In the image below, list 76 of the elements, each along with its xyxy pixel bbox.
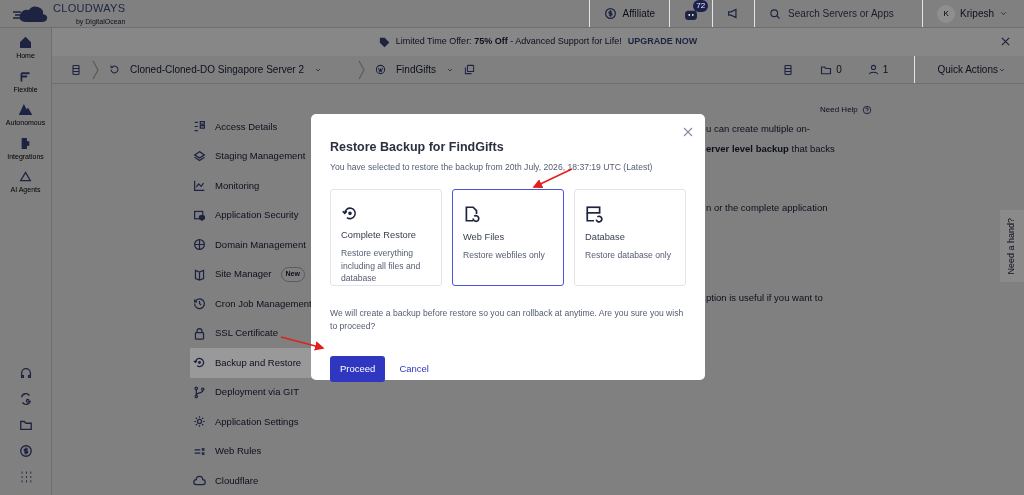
quick-actions-menu[interactable]: Quick Actions (937, 62, 998, 77)
user-count: 1 (882, 63, 889, 77)
search-icon (769, 7, 782, 20)
pointer-arrow (280, 336, 325, 351)
sync-icon (109, 64, 120, 75)
logo-text: CLOUDWAYS (53, 2, 126, 14)
user-sync-icon[interactable] (18, 391, 33, 406)
chevron-icon (358, 59, 365, 80)
help-tab[interactable]: Need a hand? (1000, 210, 1024, 282)
chevron-icon (92, 59, 99, 80)
database-sync-icon (585, 204, 603, 223)
chart-icon (193, 179, 206, 193)
app-menu-item[interactable]: Access Details (190, 112, 325, 142)
dialog-subtitle: You have selected to restore the backup from 20th July, 2026, 18:37:19 UTC (Latest) (330, 160, 654, 174)
app-menu-item[interactable]: Cloudflare (190, 466, 325, 495)
offer-text: Limited Time Offer: 75% Off - Advanced Support for Life! (395, 35, 622, 49)
user-avatar: K (937, 4, 956, 23)
mountain-icon (19, 103, 32, 116)
globe-icon (193, 238, 206, 252)
app-menu-item[interactable]: Monitoring (190, 171, 325, 201)
notification-count: 72 (693, 0, 709, 12)
dialog-title: Restore Backup for FindGifts (330, 139, 505, 156)
restore-icon (193, 356, 206, 370)
description-text: u can create multiple on- (706, 122, 812, 136)
clock-icon (193, 297, 206, 311)
server-icon[interactable] (782, 63, 795, 76)
layers-icon (193, 149, 206, 163)
caret-icon[interactable] (999, 9, 1008, 18)
help-icon[interactable] (861, 105, 872, 115)
user-icon (867, 64, 879, 75)
app-selector[interactable]: FindGifts (396, 62, 436, 77)
description-text: erver level backup that backs (706, 142, 836, 157)
app-menu-item[interactable]: Application Settings (190, 407, 325, 437)
upgrade-link[interactable]: UPGRADE NOW (627, 35, 698, 49)
app-menu-item[interactable]: Domain Management (190, 230, 325, 260)
close-icon (683, 127, 693, 138)
app-menu-item[interactable]: SSL Certificate (190, 318, 325, 348)
app-menu-item[interactable]: Staging Management (190, 141, 325, 171)
proceed-button[interactable]: Proceed (330, 356, 386, 383)
description-text: n or the complete application (706, 200, 829, 215)
close-icon (1001, 37, 1010, 47)
server-icon[interactable] (70, 63, 82, 76)
file-sync-icon (463, 204, 481, 223)
search-field[interactable]: Search Servers or Apps (786, 5, 909, 22)
app-menu-item[interactable]: Web Rules (190, 436, 325, 466)
shield-icon (193, 208, 206, 222)
copy-icon[interactable] (464, 64, 475, 75)
need-help-link[interactable]: Need Help (820, 104, 858, 116)
tag-icon (378, 36, 390, 48)
user-name[interactable]: Kripesh (960, 6, 994, 21)
app-menu-item[interactable]: Application Security (190, 200, 325, 230)
wordpress-icon (375, 64, 386, 75)
logo-icon (12, 3, 50, 24)
restore-option-card[interactable]: Web Files Restore webfiles only (452, 188, 564, 286)
gear-icon (193, 415, 206, 429)
triangle-icon (19, 170, 32, 183)
confirmation-text: We will create a backup before restore so you can rollback at anytime. Are you sure you wish to proceed? (330, 306, 685, 334)
folder-icon (820, 63, 833, 76)
server-selector[interactable]: Cloned-Cloned-DO Singapore Server 2 (130, 62, 304, 77)
cancel-link[interactable]: Cancel (399, 362, 429, 377)
affiliate-link[interactable]: Affiliate (589, 0, 670, 27)
restore-icon (341, 204, 359, 222)
app-menu-item[interactable]: Cron Job Management (190, 289, 325, 319)
headset-icon[interactable] (18, 365, 33, 380)
restore-option-card[interactable]: Database Restore database only (574, 188, 686, 286)
restore-option-card[interactable]: Complete Restore Restore everything including all files and database (330, 188, 442, 286)
dollar-icon (604, 7, 618, 20)
lock-icon (193, 326, 206, 340)
folder-count: 0 (836, 63, 842, 77)
list-icon (193, 120, 206, 134)
description-text: ption is useful if you want to (706, 290, 824, 305)
cloud-icon (193, 474, 206, 488)
app-menu-item[interactable]: Deployment via GIT (190, 377, 325, 407)
dollar-icon[interactable] (18, 443, 33, 458)
branch-icon (193, 385, 206, 399)
home-icon (19, 36, 32, 49)
